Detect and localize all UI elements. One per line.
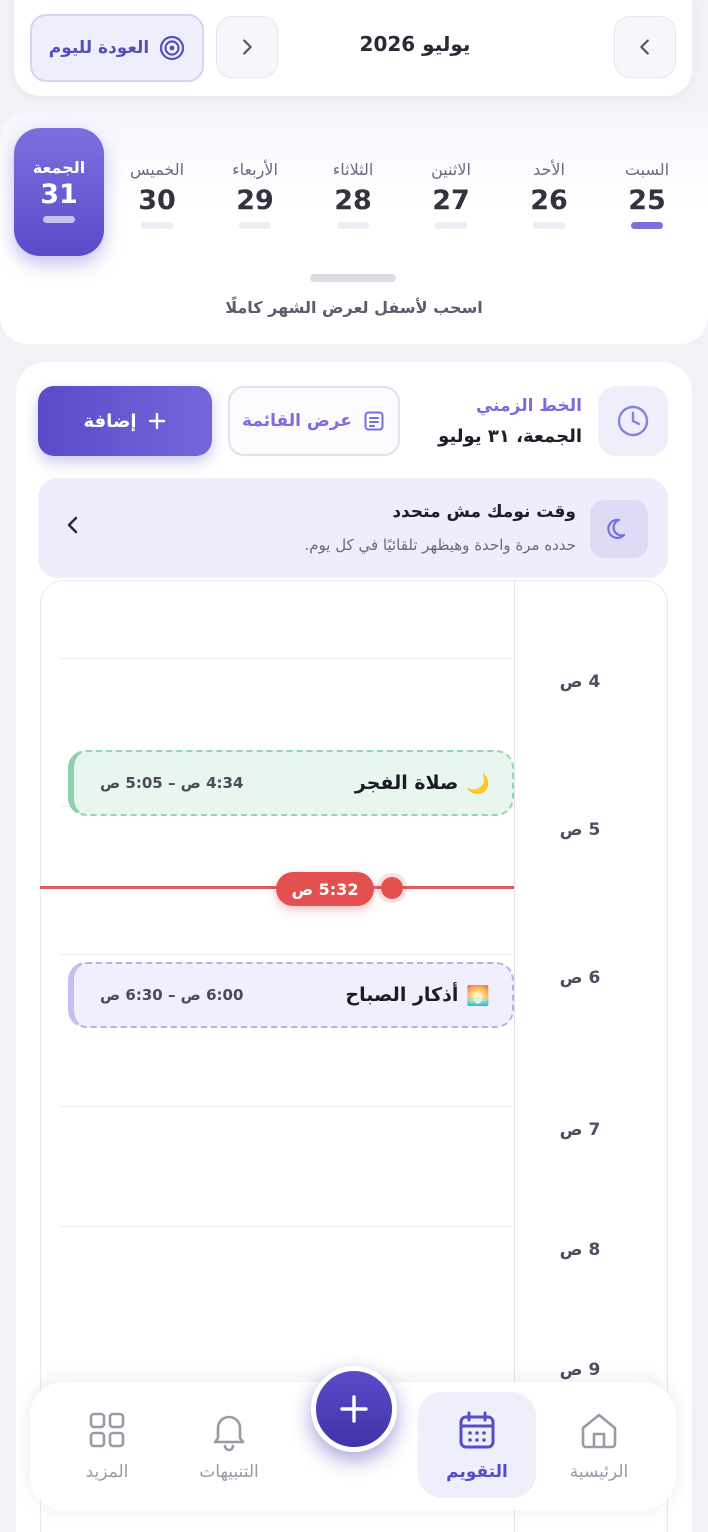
hour-label: 9 ص: [559, 1360, 601, 1380]
back-to-today-label: العودة لليوم: [48, 38, 150, 58]
event-time: 4:34 ص – 5:05 ص: [100, 774, 244, 792]
day-indicator: [533, 222, 565, 229]
sleep-title: وقت نومك مش متحدد: [392, 502, 576, 522]
clock-badge: [598, 386, 668, 456]
day-number: 27: [432, 185, 470, 216]
event-time: 6:00 ص – 6:30 ص: [100, 986, 244, 1004]
day-name: الاثنين: [431, 160, 471, 179]
day-number: 25: [628, 185, 666, 216]
day-name: الأحد: [533, 160, 565, 179]
moon-icon: [607, 518, 626, 539]
day-indicator: [141, 222, 173, 229]
day-number: 26: [530, 185, 568, 216]
hour-label: 7 ص: [559, 1120, 601, 1140]
home-icon: [581, 1413, 617, 1449]
target-icon: [160, 35, 185, 61]
day-sat[interactable]: السبت 25: [602, 160, 692, 229]
hour-label: 8 ص: [559, 1240, 601, 1260]
day-number: 29: [236, 185, 274, 216]
drag-hint: اسحب لأسفل لعرض الشهر كاملًا: [225, 298, 483, 317]
nav-home-label: الرئيسية: [569, 1462, 629, 1482]
day-wed[interactable]: الأربعاء 29: [210, 160, 300, 229]
calendar-icon: [459, 1411, 495, 1449]
moon-emoji-icon: 🌙: [466, 772, 490, 795]
day-number: 28: [334, 185, 372, 216]
hour-line: [60, 954, 514, 955]
drag-handle[interactable]: [310, 274, 396, 282]
hour-line: [60, 658, 514, 659]
day-sun[interactable]: الأحد 26: [504, 160, 594, 229]
event-title: أذكار الصباح: [345, 984, 459, 1006]
sunrise-emoji-icon: 🌅: [466, 984, 490, 1007]
add-label: إضافة: [83, 410, 137, 432]
hour-label: 5 ص: [559, 820, 601, 840]
add-button[interactable]: إضافة: [38, 386, 212, 456]
bell-icon: [213, 1415, 245, 1452]
month-title: يوليو 2026: [359, 32, 471, 56]
day-name: الجمعة: [32, 158, 86, 177]
timeline-date: الجمعة، ٣١ يوليو: [438, 426, 582, 447]
nav-calendar-label: التقويم: [446, 1462, 508, 1482]
chevron-left-icon: [640, 39, 649, 55]
back-to-today-button[interactable]: العودة لليوم: [30, 14, 204, 82]
sleep-banner[interactable]: [38, 478, 668, 578]
grid-icon: [89, 1412, 125, 1448]
sleep-subtitle: حدده مرة واحدة وهيظهر تلقائيًا في كل يوم…: [304, 536, 576, 554]
chevron-right-icon: [243, 39, 252, 55]
hour-line: [60, 1106, 514, 1107]
chevron-left-icon[interactable]: [58, 510, 86, 546]
nav-calendar[interactable]: التقويم: [418, 1392, 536, 1498]
nav-more[interactable]: المزيد: [48, 1392, 166, 1498]
timeline-title: الخط الزمني: [475, 396, 582, 416]
nav-alerts[interactable]: التنبيهات: [170, 1392, 288, 1498]
moon-badge: [590, 500, 648, 558]
plus-icon: [340, 1395, 368, 1423]
next-month-button[interactable]: [216, 16, 278, 78]
list-view-button[interactable]: عرض القائمة: [228, 386, 400, 456]
event-fajr[interactable]: 🌙 صلاة الفجر 4:34 ص – 5:05 ص: [68, 750, 514, 816]
now-dot: [381, 877, 403, 899]
day-mon[interactable]: الاثنين 27: [406, 160, 496, 229]
hour-label: 6 ص: [559, 968, 601, 988]
nav-alerts-label: التنبيهات: [199, 1462, 259, 1482]
list-icon: [364, 411, 384, 431]
day-indicator: [337, 222, 369, 229]
nav-home[interactable]: الرئيسية: [540, 1392, 658, 1498]
day-indicator: [43, 216, 75, 223]
nav-more-label: المزيد: [85, 1462, 129, 1482]
event-title: صلاة الفجر: [354, 772, 459, 794]
fab-add-button[interactable]: [311, 1366, 397, 1452]
event-morning-adhkar[interactable]: 🌅 أذكار الصباح 6:00 ص – 6:30 ص: [68, 962, 514, 1028]
hour-line: [60, 1226, 514, 1227]
day-tue[interactable]: الثلاثاء 28: [308, 160, 398, 229]
clock-icon: [617, 405, 649, 437]
day-name: الخميس: [129, 160, 185, 179]
day-thu[interactable]: الخميس 30: [112, 160, 202, 229]
day-number: 31: [40, 179, 78, 210]
day-name: الأربعاء: [232, 160, 278, 179]
day-indicator: [435, 222, 467, 229]
hour-label: 4 ص: [559, 672, 601, 692]
day-name: الثلاثاء: [332, 160, 374, 179]
day-number: 30: [138, 185, 176, 216]
day-indicator: [631, 222, 663, 229]
day-fri-selected[interactable]: الجمعة 31: [14, 128, 104, 256]
plus-icon: [148, 412, 165, 430]
now-time-badge: 5:32 ص: [276, 872, 374, 906]
day-name: السبت: [624, 160, 670, 179]
prev-month-button[interactable]: [614, 16, 676, 78]
list-view-label: عرض القائمة: [242, 411, 352, 431]
day-indicator: [239, 222, 271, 229]
